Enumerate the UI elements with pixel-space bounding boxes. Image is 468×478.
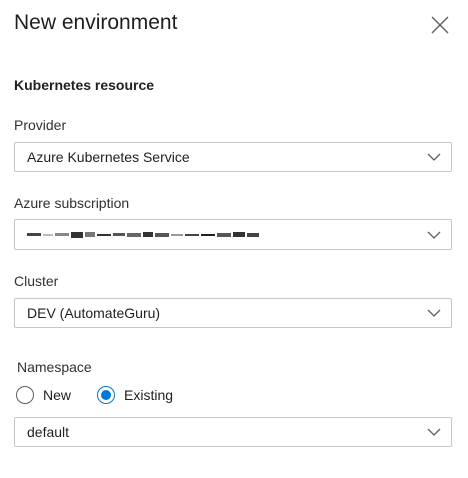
close-button[interactable] — [428, 13, 452, 37]
provider-value: Azure Kubernetes Service — [27, 149, 190, 165]
namespace-value: default — [27, 424, 70, 440]
subscription-label: Azure subscription — [14, 195, 130, 211]
chevron-down-icon — [419, 143, 449, 171]
namespace-label: Namespace — [17, 359, 92, 375]
radio-existing-label: Existing — [124, 387, 174, 403]
panel-title: New environment — [14, 11, 178, 34]
radio-new-label: New — [43, 387, 72, 403]
section-title: Kubernetes resource — [14, 77, 155, 93]
provider-dropdown[interactable]: Azure Kubernetes Service — [14, 142, 452, 172]
chevron-down-icon — [419, 299, 449, 327]
cluster-value: DEV (AutomateGuru) — [27, 305, 161, 321]
provider-label: Provider — [14, 117, 67, 133]
namespace-dropdown[interactable]: default — [14, 417, 452, 447]
close-icon — [431, 16, 449, 34]
cluster-dropdown[interactable]: DEV (AutomateGuru) — [14, 298, 452, 328]
chevron-down-icon — [419, 221, 449, 249]
subscription-dropdown[interactable] — [14, 219, 452, 250]
radio-existing[interactable]: Existing — [97, 386, 173, 404]
radio-existing-circle — [97, 386, 116, 404]
cluster-label: Cluster — [14, 273, 59, 289]
subscription-value-redacted — [27, 228, 419, 242]
new-environment-panel: New environment Kubernetes resource Prov… — [0, 0, 468, 478]
radio-new-circle — [16, 386, 34, 404]
radio-new[interactable]: New — [16, 386, 71, 404]
chevron-down-icon — [419, 418, 449, 446]
namespace-radio-group: New Existing — [16, 386, 199, 404]
